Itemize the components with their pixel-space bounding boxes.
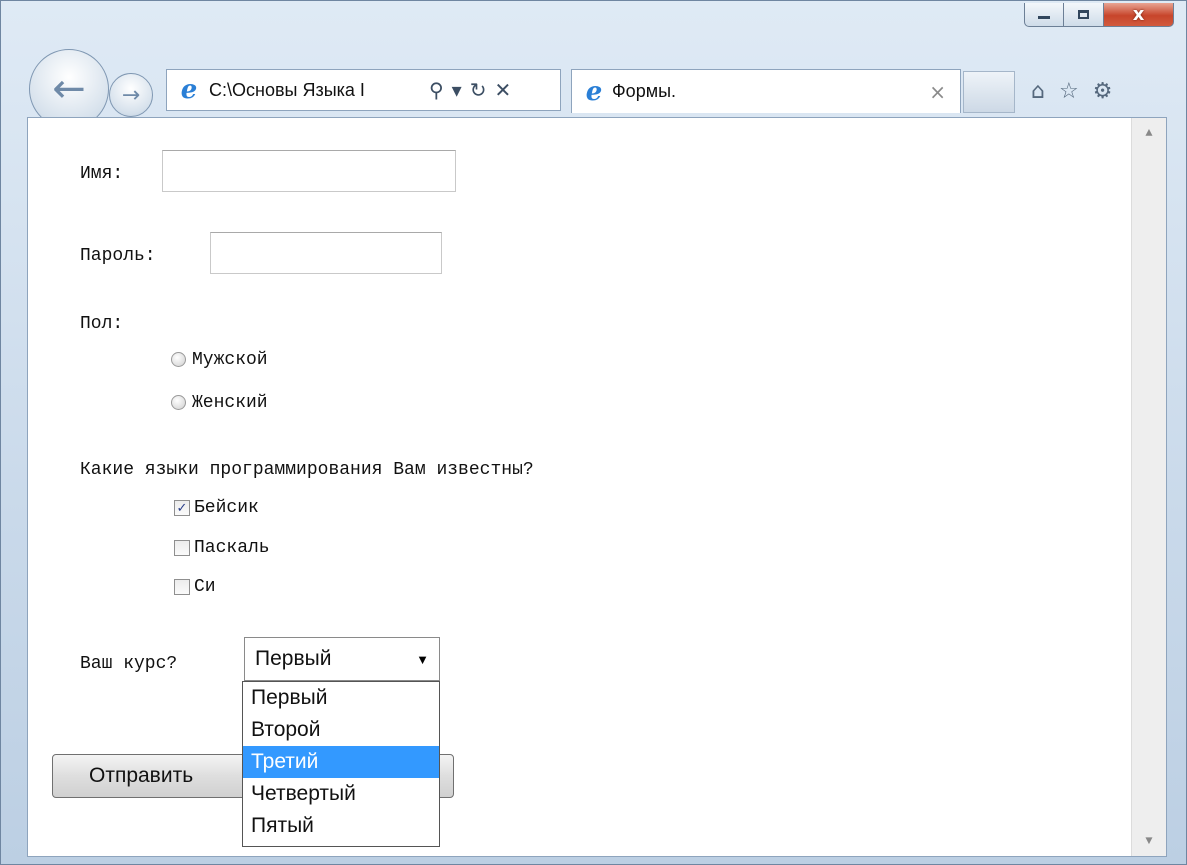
name-input[interactable] bbox=[162, 150, 456, 192]
course-option[interactable]: Второй bbox=[243, 714, 439, 746]
favorites-star-icon[interactable]: ☆ bbox=[1059, 79, 1079, 104]
chevron-down-icon[interactable]: ▾ bbox=[452, 78, 462, 102]
check-icon: ✓ bbox=[176, 500, 188, 516]
close-window-button[interactable]: x bbox=[1104, 3, 1174, 27]
tab-title: Формы. bbox=[612, 81, 677, 101]
scroll-up-icon[interactable]: ▲ bbox=[1132, 126, 1166, 140]
gender-label: Пол: bbox=[80, 314, 124, 334]
back-arrow-icon: ← bbox=[52, 66, 86, 112]
languages-question: Какие языки программирования Вам известн… bbox=[80, 460, 534, 480]
radio-male[interactable] bbox=[171, 352, 186, 367]
minimize-button[interactable] bbox=[1024, 3, 1064, 27]
new-tab-button[interactable] bbox=[963, 71, 1015, 113]
course-label: Ваш курс? bbox=[80, 654, 178, 674]
search-icon[interactable]: ⚲ bbox=[429, 78, 444, 102]
checkbox-basic[interactable]: ✓ bbox=[174, 500, 190, 516]
radio-female-label: Женский bbox=[192, 393, 268, 413]
close-icon: x bbox=[1132, 3, 1145, 25]
course-option[interactable]: Пятый bbox=[243, 810, 439, 842]
checkbox-c[interactable] bbox=[174, 579, 190, 595]
checkbox-pascal[interactable] bbox=[174, 540, 190, 556]
maximize-icon bbox=[1078, 10, 1089, 19]
name-label: Имя: bbox=[80, 164, 124, 184]
forward-button[interactable]: → bbox=[109, 73, 153, 117]
password-label: Пароль: bbox=[80, 246, 156, 266]
scroll-down-icon[interactable]: ▼ bbox=[1132, 834, 1166, 848]
checkbox-c-label: Си bbox=[194, 577, 216, 597]
password-input[interactable] bbox=[210, 232, 442, 274]
browser-window: x ← → e C:\Основы Языка I ⚲ ▾ ↻ ✕ e Форм… bbox=[0, 0, 1187, 865]
page-content: Имя: Пароль: Пол: Мужской Женский Какие … bbox=[27, 117, 1167, 857]
stop-icon[interactable]: ✕ bbox=[494, 78, 511, 102]
window-controls: x bbox=[1024, 3, 1174, 27]
vertical-scrollbar[interactable]: ▲ ▼ bbox=[1131, 118, 1166, 856]
chevron-down-icon: ▼ bbox=[416, 651, 429, 667]
address-bar[interactable]: e C:\Основы Языка I ⚲ ▾ ↻ ✕ bbox=[166, 69, 561, 111]
checkbox-pascal-label: Паскаль bbox=[194, 538, 270, 558]
course-select[interactable]: Первый ▼ bbox=[244, 637, 440, 681]
tab-close-icon[interactable]: × bbox=[929, 80, 946, 104]
course-dropdown-list: Первый Второй Третий Четвертый Пятый bbox=[242, 681, 440, 847]
course-option[interactable]: Первый bbox=[243, 682, 439, 714]
radio-male-label: Мужской bbox=[192, 350, 268, 370]
course-option[interactable]: Четвертый bbox=[243, 778, 439, 810]
refresh-icon[interactable]: ↻ bbox=[470, 78, 487, 102]
tab-forms[interactable]: e Формы. × bbox=[571, 69, 961, 113]
radio-female[interactable] bbox=[171, 395, 186, 410]
checkbox-basic-label: Бейсик bbox=[194, 498, 259, 518]
address-text: C:\Основы Языка I bbox=[209, 79, 365, 100]
command-icons: ⌂ ☆ ⚙ bbox=[1031, 79, 1126, 104]
maximize-button[interactable] bbox=[1064, 3, 1104, 27]
ie-page-icon: e bbox=[180, 75, 198, 105]
forward-arrow-icon: → bbox=[121, 82, 141, 108]
home-icon[interactable]: ⌂ bbox=[1031, 79, 1045, 104]
minimize-icon bbox=[1038, 16, 1050, 19]
gear-icon[interactable]: ⚙ bbox=[1093, 79, 1113, 104]
address-tools: ⚲ ▾ ↻ ✕ bbox=[425, 78, 515, 102]
course-option-highlighted[interactable]: Третий bbox=[243, 746, 439, 778]
course-selected-value: Первый bbox=[255, 647, 332, 670]
ie-tab-icon: e bbox=[585, 76, 603, 107]
